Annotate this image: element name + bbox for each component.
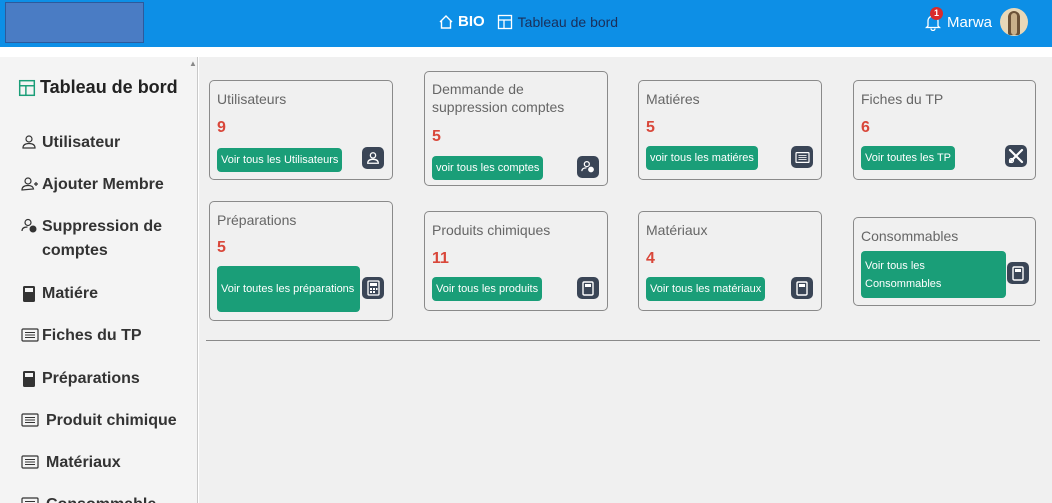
sidebar-title-label: Tableau de bord [40,77,178,97]
logo-placeholder[interactable] [5,2,144,43]
sidebar-item-materiaux[interactable]: Matériaux [21,451,121,475]
sidebar-item-utilisateur[interactable]: Utilisateur [21,131,120,155]
sidebar-item-label: Ajouter Membre [42,176,164,193]
card-title: Matiéres [646,91,700,107]
document-icon[interactable] [791,277,813,299]
card-title: Consommables [861,228,959,244]
card-title: Préparations [217,212,297,228]
calculator-icon[interactable] [362,277,384,299]
avatar[interactable] [1000,8,1028,36]
card-consommables: Consommables Voir tous les Consommables [853,217,1036,306]
user-menu[interactable]: 1 Marwa [924,7,1028,36]
card-count: 11 [432,250,449,267]
view-all-tp-button[interactable]: Voir toutes les TP [861,146,956,170]
view-all-products-button[interactable]: Voir tous les produits [432,277,543,301]
card-materiaux: Matériaux 4 Voir tous les matériaux [638,211,822,311]
user-remove-icon [21,218,39,236]
view-all-materiaux-button[interactable]: Voir tous les matériaux [646,277,766,301]
sidebar-item-label: Fiches du TP [42,327,142,344]
sidebar: ▲ Tableau de bord Utilisateur Ajouter Me… [0,57,198,503]
section-divider [206,340,1040,341]
view-all-preparations-button[interactable]: Voir toutes les préparations [217,266,360,312]
view-all-accounts-button[interactable]: voir tous les comptes [432,156,544,180]
dashboard-icon [18,79,36,96]
dashboard-icon [497,14,512,29]
sidebar-item-preparations[interactable]: Préparations [21,367,140,391]
sidebar-item-ajouter-membre[interactable]: Ajouter Membre [21,173,164,197]
sidebar-item-produit-chimique[interactable]: Produit chimique [21,409,177,433]
card-count: 9 [217,119,226,136]
list-icon [21,412,39,430]
card-title: Produits chimiques [432,222,551,238]
card-suppression-comptes: Demmande de suppression comptes 5 voir t… [424,71,608,186]
sidebar-item-fiches-tp[interactable]: Fiches du TP [21,324,142,348]
user-remove-icon[interactable] [577,156,599,178]
view-all-consommables-button[interactable]: Voir tous les Consommables [861,251,1006,298]
card-title: Fiches du TP [861,91,944,107]
breadcrumb-current[interactable]: Tableau de bord [518,14,618,30]
card-count: 6 [861,119,870,136]
home-icon[interactable] [438,14,454,30]
document-icon [21,285,39,303]
document-icon [21,370,39,388]
list-icon [21,327,39,345]
notification-button[interactable]: 1 [924,7,943,32]
notification-badge: 1 [929,7,943,20]
user-plus-icon [21,176,39,194]
card-count: 5 [432,128,441,145]
scroll-up-arrow[interactable]: ▲ [188,59,197,69]
card-produits-chimiques: Produits chimiques 11 Voir tous les prod… [424,211,608,311]
document-icon[interactable] [577,277,599,299]
sidebar-item-label: Matériaux [46,454,121,471]
document-icon[interactable] [1007,262,1029,284]
sidebar-item-label: Utilisateur [42,134,121,151]
card-utilisateurs: Utilisateurs 9 Voir tous les Utilisateur… [209,80,393,180]
user-name[interactable]: Marwa [947,14,992,31]
sidebar-title[interactable]: Tableau de bord [18,77,178,98]
top-navbar: BIO Tableau de bord 1 Marwa [0,0,1052,47]
card-title: Matériaux [646,222,708,238]
view-all-users-button[interactable]: Voir tous les Utilisateurs [217,148,343,172]
list-icon [21,496,39,503]
list-icon[interactable] [791,146,813,168]
card-count: 5 [217,239,226,256]
sidebar-item-label: Matiére [42,285,99,302]
sidebar-item-label: Préparations [42,370,140,387]
sidebar-item-label: Suppression de comptes [42,218,163,259]
card-fiches-tp: Fiches du TP 6 Voir toutes les TP [853,80,1036,180]
tools-icon[interactable] [1005,145,1027,167]
sidebar-item-label: Produit chimique [46,412,177,429]
card-preparations: Préparations 5 Voir toutes les préparati… [209,201,393,321]
user-icon[interactable] [362,147,384,169]
view-all-matieres-button[interactable]: voir tous les matiéres [646,146,758,170]
card-title: Demmande de suppression comptes [432,81,565,115]
list-icon [21,454,39,472]
brand-link[interactable]: BIO [458,13,485,30]
sidebar-item-consommable[interactable]: Consommable [21,493,156,503]
card-title: Utilisateurs [217,91,287,107]
sidebar-item-label: Consommable [46,493,156,503]
sidebar-item-suppression[interactable]: Suppression de comptes [21,215,191,263]
card-matieres: Matiéres 5 voir tous les matiéres [638,80,822,180]
card-count: 4 [646,250,655,267]
sidebar-item-matiere[interactable]: Matiére [21,282,98,306]
user-icon [21,134,39,152]
card-count: 5 [646,119,655,136]
breadcrumb: BIO Tableau de bord [438,13,618,30]
